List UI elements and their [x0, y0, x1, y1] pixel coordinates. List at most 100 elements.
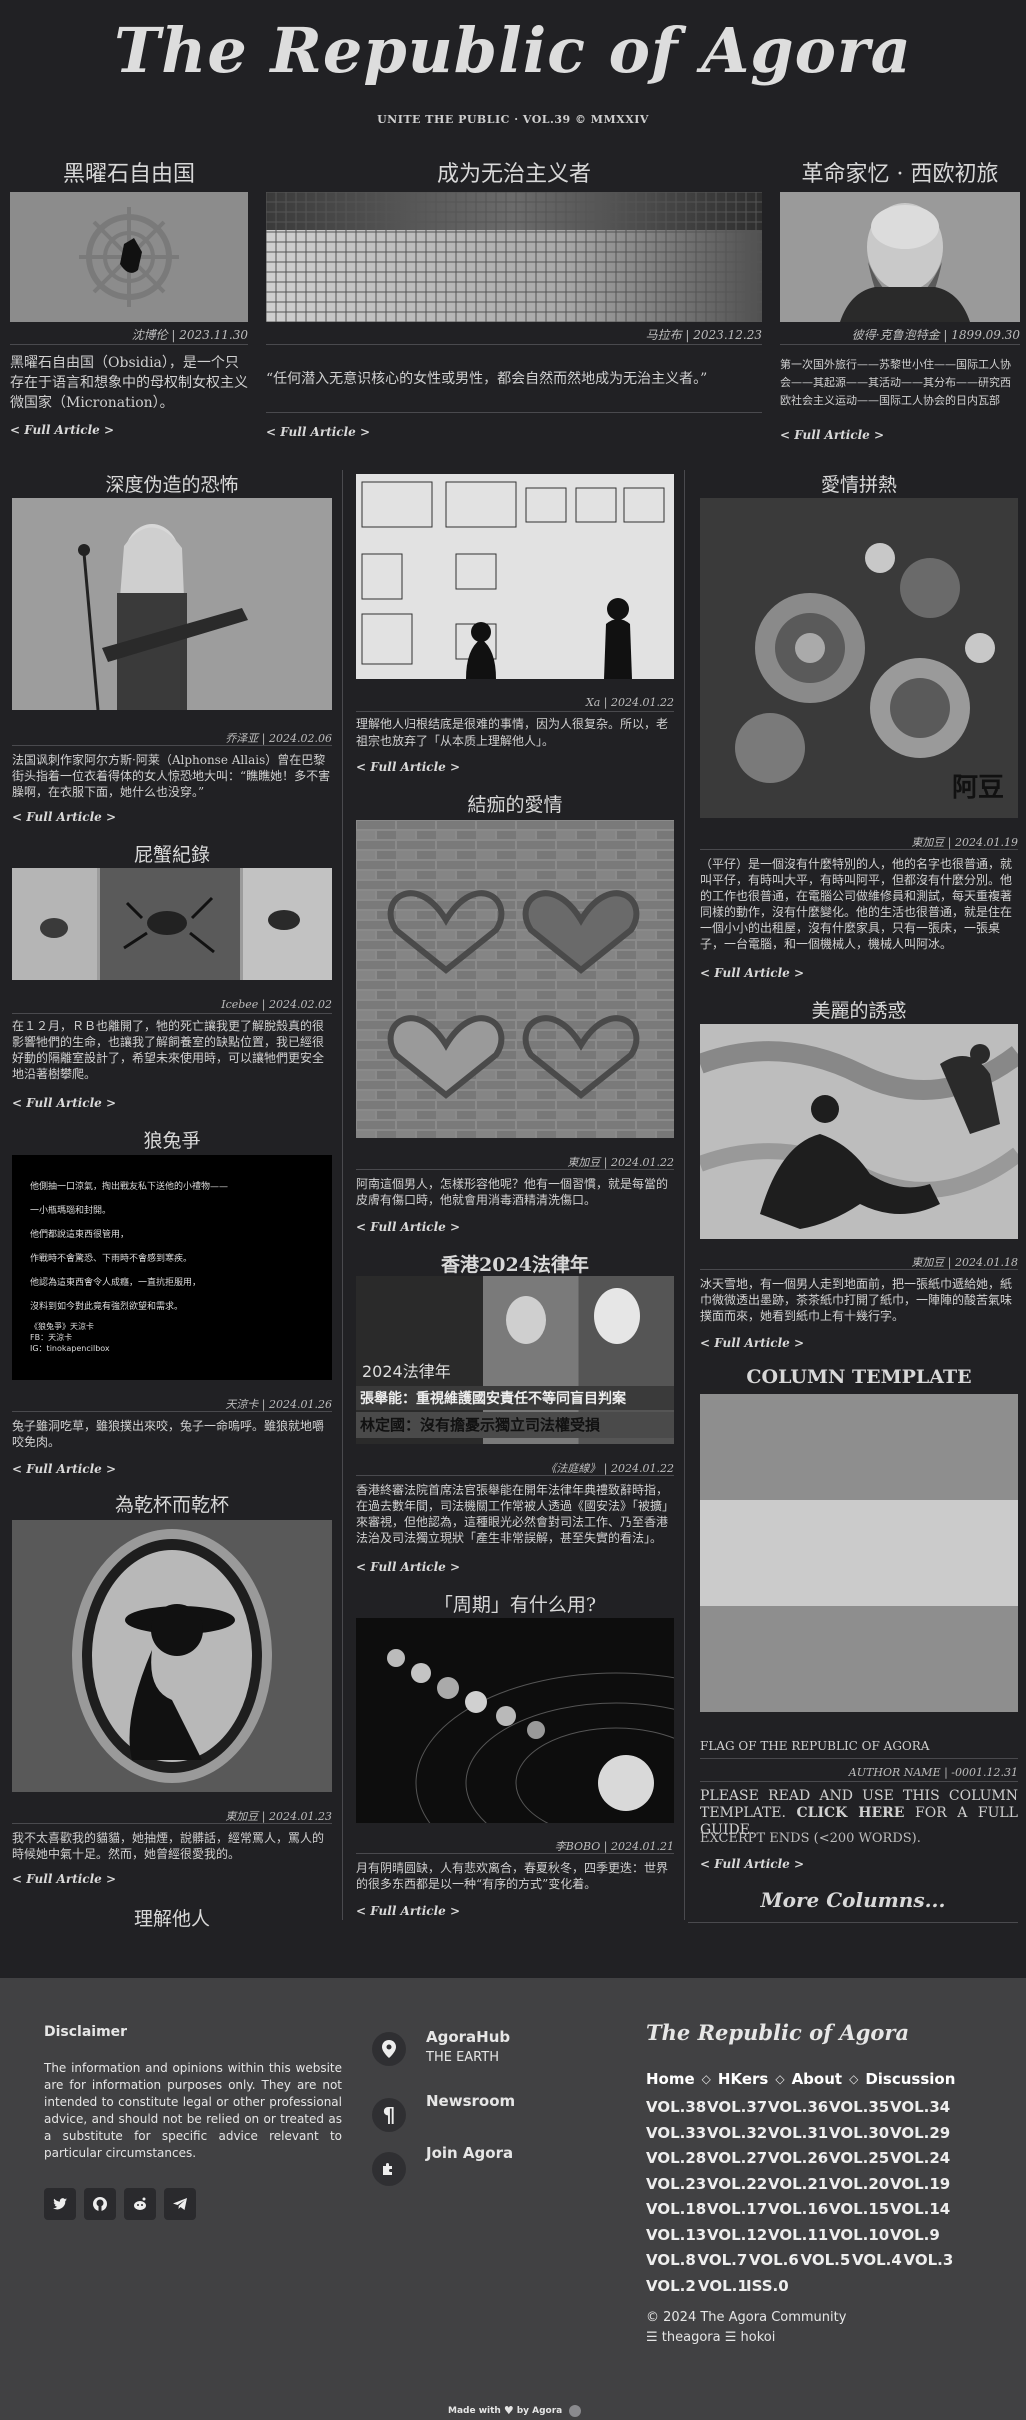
volume-link[interactable]: VOL.1 — [698, 2277, 748, 2295]
article-title[interactable]: 黑曜石自由国 — [10, 156, 248, 188]
volume-link[interactable]: ISS.0 — [746, 2277, 789, 2295]
volume-link[interactable]: VOL.28 — [646, 2149, 706, 2167]
reddit-icon[interactable] — [124, 2188, 156, 2220]
agora-flag-image[interactable] — [700, 1394, 1018, 1712]
github-icon[interactable] — [84, 2188, 116, 2220]
article-title[interactable]: 結痂的愛情 — [356, 790, 674, 817]
nav-discussion[interactable]: Discussion — [865, 2070, 955, 2088]
full-article-link[interactable]: < Full Article > — [12, 1462, 116, 1476]
full-article-link[interactable]: < Full Article > — [700, 1336, 804, 1350]
article-image[interactable]: 阿豆 — [700, 498, 1018, 818]
volume-link[interactable]: VOL.19 — [890, 2175, 950, 2193]
more-columns-link[interactable]: More Columns... — [688, 1888, 1018, 1912]
article-image[interactable] — [356, 820, 674, 1138]
volume-link[interactable]: VOL.21 — [768, 2175, 828, 2193]
volume-link[interactable]: VOL.12 — [707, 2226, 767, 2244]
volume-link[interactable]: VOL.5 — [801, 2251, 851, 2269]
disclaimer-title: Disclaimer — [44, 2024, 128, 2040]
article-image[interactable]: 2024法律年 張舉能：重視維護國安責任不等同盲目判案 林定國：沒有擔憂示獨立司… — [356, 1276, 674, 1444]
volume-link[interactable]: VOL.2 — [646, 2277, 696, 2295]
volume-link[interactable]: VOL.20 — [829, 2175, 889, 2193]
brick-heart-image — [356, 820, 674, 1138]
article-title[interactable]: 屁蟹紀錄 — [12, 840, 332, 867]
full-article-link[interactable]: < Full Article > — [356, 760, 460, 774]
twitter-icon[interactable] — [44, 2188, 76, 2220]
article-image[interactable] — [12, 1520, 332, 1792]
full-article-link[interactable]: < Full Article > — [12, 1872, 116, 1886]
agorahub-link[interactable]: AgoraHub — [426, 2028, 510, 2046]
article-title[interactable]: 狼兔爭 — [12, 1126, 332, 1153]
footer-brand[interactable]: The Republic of Agora — [646, 2020, 909, 2045]
nav-about[interactable]: About — [792, 2070, 843, 2088]
volume-link[interactable]: VOL.34 — [890, 2098, 950, 2116]
article-image[interactable] — [780, 192, 1020, 322]
full-article-link[interactable]: < Full Article > — [700, 966, 804, 980]
volume-link[interactable]: VOL.37 — [707, 2098, 767, 2116]
article-title[interactable]: COLUMN TEMPLATE — [700, 1366, 1018, 1388]
full-article-link[interactable]: < Full Article > — [356, 1220, 460, 1234]
article-title[interactable]: 成为无治主义者 — [266, 156, 762, 188]
guide-link[interactable]: CLICK HERE — [796, 1805, 904, 1821]
volume-link[interactable]: VOL.24 — [890, 2149, 950, 2167]
volume-link[interactable]: VOL.8 — [646, 2251, 696, 2269]
nav-home[interactable]: Home — [646, 2070, 695, 2088]
volume-link[interactable]: VOL.15 — [829, 2200, 889, 2218]
full-article-link[interactable]: < Full Article > — [10, 423, 114, 437]
article-image[interactable] — [10, 192, 248, 322]
full-article-link[interactable]: < Full Article > — [12, 810, 116, 824]
volume-link[interactable]: VOL.4 — [852, 2251, 902, 2269]
article-title[interactable]: 愛情拼熱 — [700, 470, 1018, 497]
article-title[interactable]: 革命家忆 · 西欧初旅 — [780, 156, 1020, 188]
join-agora-link[interactable]: Join Agora — [426, 2144, 513, 2162]
volume-link[interactable]: VOL.27 — [707, 2149, 767, 2167]
nav-hkers[interactable]: HKers — [718, 2070, 768, 2088]
volume-link[interactable]: VOL.17 — [707, 2200, 767, 2218]
volume-link[interactable]: VOL.35 — [829, 2098, 889, 2116]
full-article-link[interactable]: < Full Article > — [356, 1560, 460, 1574]
article-image[interactable] — [356, 474, 674, 679]
volume-link[interactable]: VOL.9 — [890, 2226, 940, 2244]
article-image[interactable] — [266, 192, 762, 322]
volume-link[interactable]: VOL.18 — [646, 2200, 706, 2218]
volume-link[interactable]: VOL.10 — [829, 2226, 889, 2244]
article-title[interactable]: 深度伪造的恐怖 — [12, 470, 332, 497]
telegram-icon[interactable] — [164, 2188, 196, 2220]
volume-link[interactable]: VOL.7 — [698, 2251, 748, 2269]
volume-link[interactable]: VOL.33 — [646, 2124, 706, 2142]
volume-link[interactable]: VOL.32 — [707, 2124, 767, 2142]
article-title[interactable]: 美麗的誘惑 — [700, 996, 1018, 1023]
volume-link[interactable]: VOL.16 — [768, 2200, 828, 2218]
theme-toggle-icon[interactable] — [569, 2404, 582, 2417]
volume-link[interactable]: VOL.29 — [890, 2124, 950, 2142]
full-article-link[interactable]: < Full Article > — [12, 1096, 116, 1110]
article-title[interactable]: 香港2024法律年 — [356, 1250, 674, 1277]
volume-link[interactable]: VOL.23 — [646, 2175, 706, 2193]
article-image[interactable] — [356, 1618, 674, 1823]
volume-link[interactable]: VOL.14 — [890, 2200, 950, 2218]
volume-link[interactable]: VOL.22 — [707, 2175, 767, 2193]
volume-link[interactable]: VOL.3 — [904, 2251, 954, 2269]
volume-link[interactable]: VOL.38 — [646, 2098, 706, 2116]
article-image[interactable] — [700, 1024, 1018, 1239]
full-article-link[interactable]: < Full Article > — [356, 1904, 460, 1918]
full-article-link[interactable]: < Full Article > — [266, 425, 370, 439]
volume-link[interactable]: VOL.26 — [768, 2149, 828, 2167]
newsroom-link[interactable]: Newsroom — [426, 2092, 515, 2110]
full-article-link[interactable]: < Full Article > — [700, 1857, 804, 1871]
volume-link[interactable]: VOL.6 — [749, 2251, 799, 2269]
site-title[interactable]: The Republic of Agora — [0, 14, 1026, 87]
volume-link[interactable]: VOL.13 — [646, 2226, 706, 2244]
volume-link[interactable]: VOL.31 — [768, 2124, 828, 2142]
article-title[interactable]: 理解他人 — [12, 1904, 332, 1931]
volume-link[interactable]: VOL.36 — [768, 2098, 828, 2116]
article-image[interactable]: 他側抽一口涼氣，掏出戰友私下送他的小禮物—— 一小瓶瑪瑙和封開。 他們都說這東西… — [12, 1155, 332, 1380]
full-article-link[interactable]: < Full Article > — [780, 428, 884, 442]
article-image[interactable] — [12, 498, 332, 710]
article-image[interactable] — [12, 868, 332, 980]
poem-credit: FB：天涼卡 — [30, 1333, 73, 1342]
volume-link[interactable]: VOL.11 — [768, 2226, 828, 2244]
article-title[interactable]: 「周期」有什么用? — [356, 1590, 674, 1617]
article-title[interactable]: 為乾杯而乾杯 — [12, 1490, 332, 1517]
volume-link[interactable]: VOL.25 — [829, 2149, 889, 2167]
volume-link[interactable]: VOL.30 — [829, 2124, 889, 2142]
